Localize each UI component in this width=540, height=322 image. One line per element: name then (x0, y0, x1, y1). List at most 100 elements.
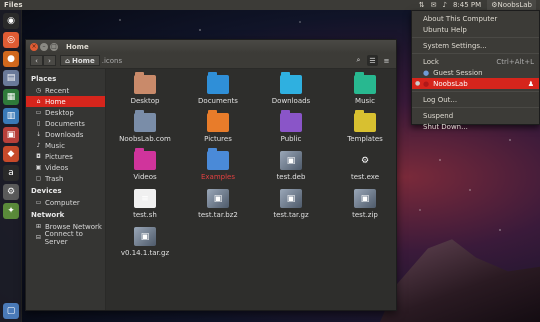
list-icon: ☰ (369, 56, 376, 65)
window-titlebar[interactable]: × – □ Home (26, 40, 396, 53)
folder-icon (134, 72, 156, 94)
software-center-icon[interactable]: ◆ (3, 146, 19, 162)
menu-separator (412, 107, 539, 108)
list-view-button[interactable]: ☰ (367, 55, 378, 66)
impress-icon[interactable]: ▣ (3, 127, 19, 143)
package-icon: ▣ (207, 189, 229, 208)
script-icon: ≡ (134, 189, 156, 208)
file-item-documents[interactable]: Documents (181, 72, 255, 105)
file-item-test-sh[interactable]: ≡ test.sh (108, 189, 182, 219)
minimize-window-button[interactable]: – (40, 42, 48, 51)
video-icon: ▣ (35, 164, 42, 171)
file-item-test-tar-bz2[interactable]: ▣ test.tar.bz2 (181, 189, 255, 219)
app-icon[interactable]: ✦ (3, 203, 19, 219)
forward-button[interactable]: › (43, 55, 56, 66)
file-label: v0.14.1.tar.gz (120, 249, 170, 257)
file-item-templates[interactable]: Templates (328, 110, 402, 143)
file-label: Pictures (204, 135, 232, 143)
menu-separator (412, 37, 539, 38)
file-item-test-deb[interactable]: ▣ test.deb (254, 151, 328, 181)
file-label: Videos (133, 173, 157, 181)
session-menu-button[interactable]: ⚙ NoobsLab (487, 0, 536, 10)
folder-icon (354, 110, 376, 132)
sidebar-item-home[interactable]: ⌂ Home (26, 96, 105, 107)
folder-icon (207, 148, 229, 170)
menu-item-help[interactable]: Ubuntu Help (412, 24, 539, 35)
user-status-icon: ♟ (527, 79, 534, 88)
writer-icon[interactable]: ▥ (3, 108, 19, 124)
sidebar-item-computer[interactable]: ▭ Computer (26, 197, 105, 208)
folder-icon (354, 72, 376, 94)
menu-item-about[interactable]: About This Computer (412, 13, 539, 24)
file-item-pictures[interactable]: Pictures (181, 110, 255, 143)
sidebar-item-label: Connect to Server (44, 229, 83, 246)
package-icon: ▣ (280, 189, 302, 208)
breadcrumb-icons[interactable]: .icons (102, 57, 122, 65)
file-item-music[interactable]: Music (328, 72, 402, 105)
dash-icon[interactable]: ◉ (3, 13, 19, 29)
maximize-window-button[interactable]: □ (50, 42, 58, 51)
clock-text[interactable]: 8:45 PM (453, 1, 481, 9)
camera-icon: ◘ (36, 153, 41, 160)
menu-item-suspend[interactable]: Suspend (412, 110, 539, 121)
sidebar-item-videos[interactable]: ▣ Videos (26, 162, 105, 173)
settings-icon[interactable]: ⚙ (3, 184, 19, 200)
breadcrumb-home[interactable]: ⌂ Home (60, 55, 100, 66)
home-icon: ⌂ (36, 98, 41, 105)
close-window-button[interactable]: × (30, 42, 38, 51)
menu-item-settings[interactable]: System Settings... (412, 40, 539, 51)
sidebar-item-downloads[interactable]: ↓ Downloads (26, 129, 105, 140)
trash-launcher-icon[interactable]: ▢ (3, 303, 19, 319)
file-item-test-zip[interactable]: ▣ test.zip (328, 189, 402, 219)
menu-item-shutdown[interactable]: Shut Down... (412, 121, 539, 132)
file-item-noobslab[interactable]: NoobsLab.com (108, 110, 182, 143)
person-icon: ● (423, 68, 430, 77)
places-header: Places (31, 75, 57, 83)
amazon-icon[interactable]: a (3, 165, 19, 181)
file-item-downloads[interactable]: Downloads (254, 72, 328, 105)
window-body: Places ◷ Recent ⌂ Home ▭ Desktop ▯ Documents… (26, 69, 396, 310)
sidebar-item-label: Home (45, 97, 66, 106)
sidebar-item-documents[interactable]: ▯ Documents (26, 118, 105, 129)
menu-separator (412, 53, 539, 54)
files-icon[interactable]: ▤ (3, 70, 19, 86)
sidebar-item-recent[interactable]: ◷ Recent (26, 85, 105, 96)
sidebar-item-pictures[interactable]: ◘ Pictures (26, 151, 105, 162)
file-item-v0141-tar-gz[interactable]: ▣ v0.14.1.tar.gz (108, 227, 182, 257)
breadcrumb-home-label: Home (72, 56, 95, 65)
network-indicator-icon[interactable]: ⇅ (419, 1, 425, 9)
folder-icon (207, 110, 229, 132)
menu-item-guest-session[interactable]: ● Guest Session (412, 67, 539, 78)
menu-item-current-user[interactable]: ● ● NoobsLab ♟ (412, 78, 539, 89)
back-button[interactable]: ‹ (30, 55, 43, 66)
panel-indicators: ⇅ ✉ ♪ 8:45 PM ⚙ NoobsLab (419, 0, 536, 10)
package-icon: ▣ (354, 189, 376, 208)
menu-separator (412, 91, 539, 92)
menu-item-lock[interactable]: Lock Ctrl+Alt+L (412, 56, 539, 67)
download-icon: ↓ (35, 131, 42, 138)
document-icon: ▯ (36, 120, 41, 127)
toolbar-right: ⌕ ☰ ≡ (353, 55, 392, 66)
file-item-test-tar-gz[interactable]: ▣ test.tar.gz (254, 189, 328, 219)
file-label: Music (355, 97, 375, 105)
file-item-examples[interactable]: Examples (181, 148, 255, 181)
volume-indicator-icon[interactable]: ♪ (443, 1, 447, 9)
search-button[interactable]: ⌕ (353, 55, 364, 66)
sidebar-item-music[interactable]: ♪ Music (26, 140, 105, 151)
firefox-icon[interactable]: ● (3, 51, 19, 67)
sidebar-item-trash[interactable]: ▢ Trash (26, 173, 105, 184)
file-label: test.deb (276, 173, 306, 181)
file-item-videos[interactable]: Videos (108, 148, 182, 181)
ubuntu-icon[interactable]: ◎ (3, 32, 19, 48)
file-item-desktop[interactable]: Desktop (108, 72, 182, 105)
file-label: Desktop (130, 97, 160, 105)
mail-indicator-icon[interactable]: ✉ (431, 1, 437, 9)
file-item-test-exe[interactable]: ⚙ test.exe (328, 151, 402, 182)
menu-item-logout[interactable]: Log Out... (412, 94, 539, 105)
network-header: Network (31, 211, 65, 219)
sidebar-item-desktop[interactable]: ▭ Desktop (26, 107, 105, 118)
menu-button[interactable]: ≡ (381, 55, 392, 66)
file-item-public[interactable]: Public (254, 110, 328, 143)
sidebar-item-connect-server[interactable]: ⊟ Connect to Server (26, 229, 105, 246)
calc-icon[interactable]: ▦ (3, 89, 19, 105)
